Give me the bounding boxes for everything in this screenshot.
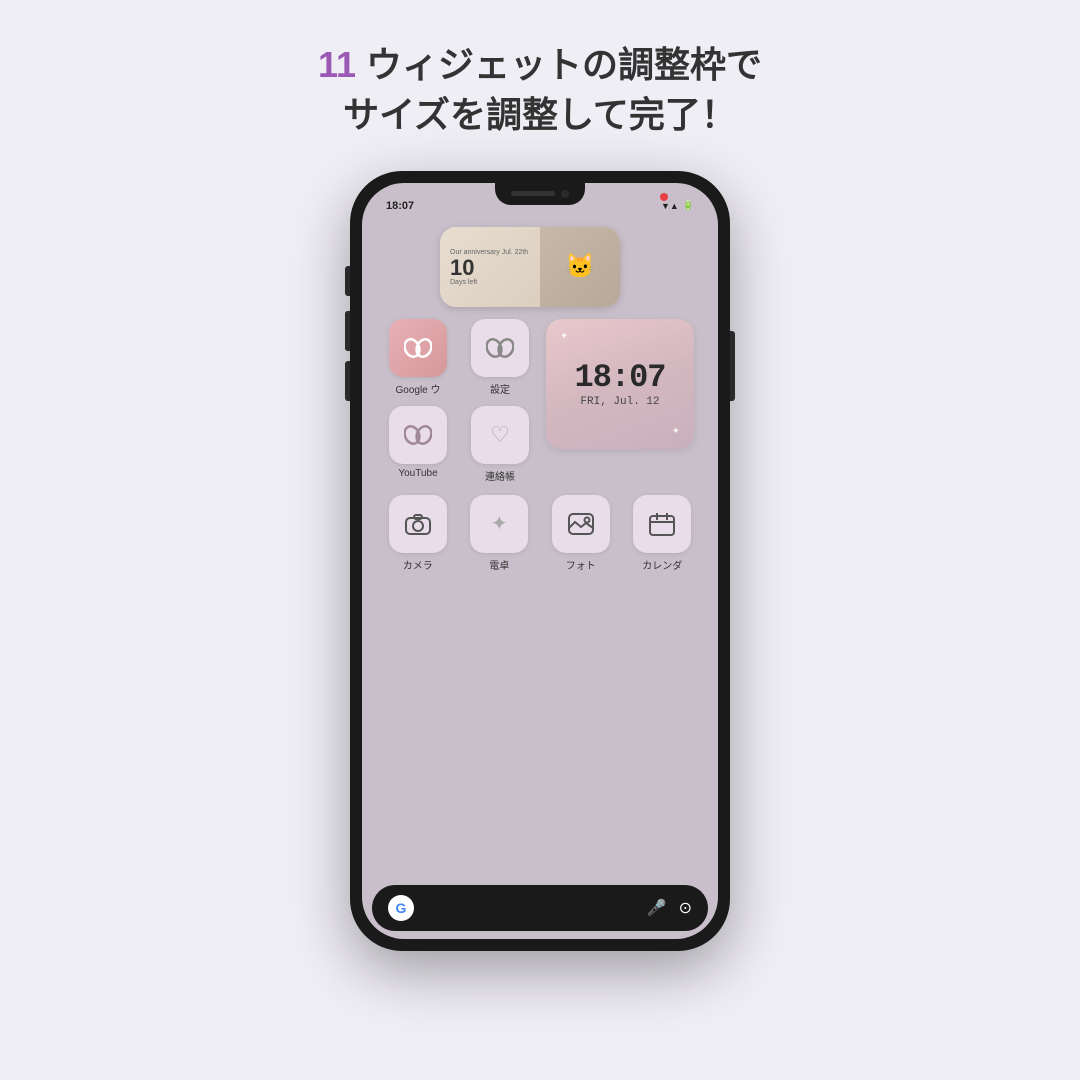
anniversary-days: 10 [450,257,530,279]
app-row-1: Google ウ 設定 [382,319,698,483]
speaker [511,191,555,196]
calendar-label: カレンダ [642,557,682,572]
app-contacts[interactable]: ♡ 連絡帳 [464,406,536,483]
notification-dot [660,193,668,201]
google-label: Google ウ [395,381,440,396]
clock-time: 18:07 [574,359,665,396]
volume-down-button [345,311,350,351]
status-bar: 18:07 ▼▲ 🔋 [362,183,718,219]
app-row-2: カメラ ✦ 電卓 フォト [382,495,698,572]
calendar-icon [633,495,691,553]
settings-icon [471,319,529,377]
youtube-icon [389,406,447,464]
photos-label: フォト [566,557,596,572]
app-calculator[interactable]: ✦ 電卓 [464,495,536,572]
camera-label: カメラ [403,557,433,572]
app-photos[interactable]: フォト [545,495,617,572]
volume-mute-button [345,361,350,401]
anniversary-widget[interactable]: Our anniversary Jul. 22th 10 Days left 🐱 [440,227,620,307]
step-title-line2: サイズを調整して完了！ [318,90,762,140]
anniversary-label: Days left [450,279,530,286]
notch [495,183,585,205]
screen-content: Our anniversary Jul. 22th 10 Days left 🐱 [362,219,718,885]
app-google[interactable]: Google ウ [382,319,454,396]
step-title-line1: 11 ウィジェットの調整枠で [318,40,762,90]
calculator-label: 電卓 [489,557,509,572]
header-section: 11 ウィジェットの調整枠で サイズを調整して完了！ [318,40,762,141]
app-camera[interactable]: カメラ [382,495,454,572]
youtube-label: YouTube [398,468,437,479]
clock-date: FRI, Jul. 12 [580,396,659,408]
sparkle-bottomright: ✦ [672,426,680,437]
status-icons: ▼▲ 🔋 [661,200,694,211]
contacts-label: 連絡帳 [485,468,515,483]
anniversary-image: 🐱 [540,227,620,307]
front-camera [561,190,569,198]
settings-label: 設定 [490,381,510,396]
photos-icon [552,495,610,553]
google-g-logo: G [388,895,414,921]
camera-icon [389,495,447,553]
contacts-icon: ♡ [471,406,529,464]
search-bar[interactable]: G 🎤 ⊙ [372,885,708,931]
phone-screen: 18:07 ▼▲ 🔋 Our anniversary Jul. 22th 10 … [362,183,718,939]
status-time: 18:07 [386,200,414,212]
app-calendar[interactable]: カレンダ [627,495,699,572]
volume-up-button [345,266,350,296]
google-icon [389,319,447,377]
anniversary-text: Our anniversary Jul. 22th 10 Days left [440,227,540,307]
app-youtube[interactable]: YouTube [382,406,454,483]
lens-icon[interactable]: ⊙ [679,898,692,918]
step-number: 11 [318,44,356,85]
battery-icon: 🔋 [683,200,694,211]
microphone-icon[interactable]: 🎤 [647,898,667,918]
app-settings[interactable]: 設定 [464,319,536,396]
signal-icon: ▼▲ [661,201,679,211]
clock-widget[interactable]: ✦ 18:07 FRI, Jul. 12 ✦ [546,319,694,449]
phone-mockup: 18:07 ▼▲ 🔋 Our anniversary Jul. 22th 10 … [350,171,730,951]
calculator-icon: ✦ [470,495,528,553]
sparkle-topleft: ✦ [560,331,568,342]
